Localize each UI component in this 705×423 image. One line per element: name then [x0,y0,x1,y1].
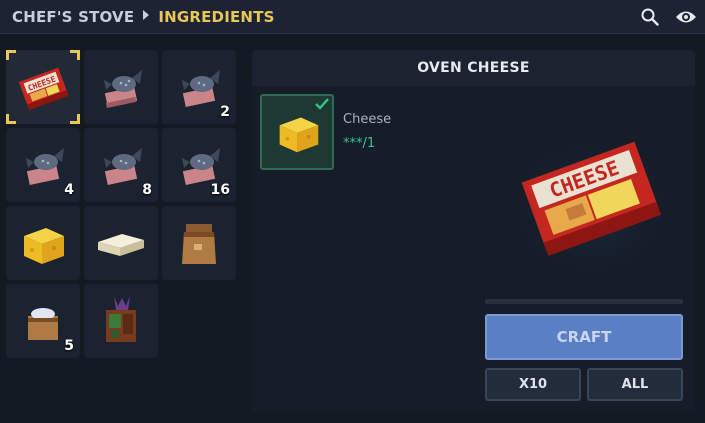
inventory-slot-cheese-box[interactable]: CHEESE [6,50,80,124]
recipe-panel: OVEN CHEESE Cheese ***/1 CHEESE CRAFT X1… [252,50,695,412]
result-preview-icon: CHEESE [508,130,672,270]
craft-all-button[interactable]: ALL [587,368,683,401]
item-quantity: 2 [220,104,230,120]
eye-icon[interactable] [675,6,697,28]
craft-button[interactable]: CRAFT [485,314,683,360]
item-quantity: 8 [142,182,152,198]
ingredient-count: ***/1 [343,136,376,151]
breadcrumb-current: INGREDIENTS [158,7,275,26]
item-quantity: 4 [64,182,74,198]
search-icon[interactable] [639,6,661,28]
inventory-slot-fish[interactable]: 4 [6,128,80,202]
chevron-right-icon [142,10,150,23]
cheese-icon [279,117,319,153]
inventory-slot-butter[interactable] [84,206,158,280]
inventory-slot-fish[interactable] [84,50,158,124]
checkmark-icon [315,98,329,110]
craft-x10-button[interactable]: X10 [485,368,581,401]
inventory-slot-salt-sack[interactable]: 5 [6,284,80,358]
fish-icon [104,70,142,109]
cheese-icon [24,228,64,264]
inventory-slot-herb-crate[interactable] [84,284,158,358]
inventory-slot-cheese[interactable] [6,206,80,280]
breadcrumb-root[interactable]: CHEF'S STOVE [12,8,134,26]
inventory-slot-fish[interactable]: 2 [162,50,236,124]
item-quantity: 16 [210,182,230,198]
craft-progress-bar [485,299,683,304]
inventory-slot-fish[interactable]: 16 [162,128,236,202]
recipe-title: OVEN CHEESE [417,60,530,76]
ingredient-slot-cheese[interactable] [260,94,334,170]
inventory-slot-flour-sack[interactable] [162,206,236,280]
recipe-header: OVEN CHEESE [252,50,695,86]
cheese-box-icon: CHEESE [18,67,69,111]
flour-sack-icon [182,224,216,264]
top-bar: CHEF'S STOVE INGREDIENTS [0,0,705,34]
ingredient-name: Cheese [343,112,392,127]
butter-icon [98,234,144,256]
item-quantity: 5 [64,338,74,354]
herb-crate-icon [106,296,136,342]
inventory-slot-fish[interactable]: 8 [84,128,158,202]
